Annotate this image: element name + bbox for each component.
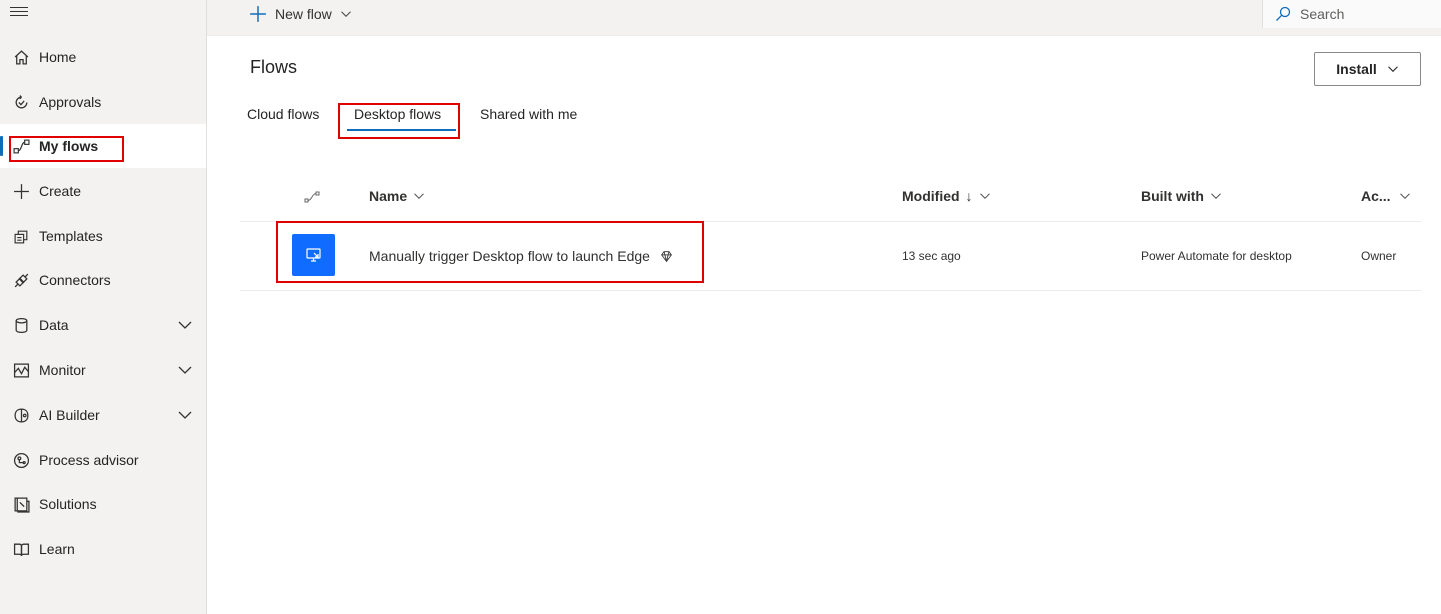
chevron-down-icon[interactable] xyxy=(177,317,193,333)
sidebar-item-label: Connectors xyxy=(39,272,111,288)
install-button[interactable]: Install xyxy=(1314,52,1421,86)
sort-descending-icon: ↓ xyxy=(965,188,973,204)
sidebar-item-label: Learn xyxy=(39,541,75,557)
sidebar-item-approvals[interactable]: Approvals xyxy=(0,80,206,124)
chevron-down-icon xyxy=(1399,193,1410,199)
flow-type-icon xyxy=(304,191,320,203)
chevron-down-icon xyxy=(1211,193,1221,199)
desktop-flow-icon xyxy=(292,234,335,276)
active-tab-indicator xyxy=(347,129,456,131)
column-header-label: Name xyxy=(369,188,408,204)
built-with-cell: Power Automate for desktop xyxy=(1141,249,1292,263)
flow-name-link[interactable]: Manually trigger Desktop flow to launch … xyxy=(369,248,673,264)
sidebar-item-label: Solutions xyxy=(39,496,97,512)
page-title: Flows xyxy=(250,57,298,77)
templates-icon xyxy=(11,226,31,246)
book-icon xyxy=(11,539,31,559)
sidebar-item-data[interactable]: Data xyxy=(0,303,206,347)
new-flow-label: New flow xyxy=(275,6,332,22)
column-header-label: Ac... xyxy=(1361,188,1391,204)
connectors-icon xyxy=(11,270,31,290)
solutions-icon xyxy=(11,494,31,514)
chevron-down-icon xyxy=(1387,66,1398,73)
monitor-icon xyxy=(11,360,31,380)
sidebar-item-label: Templates xyxy=(39,228,103,244)
sidebar-item-label: Home xyxy=(39,49,77,65)
plus-icon xyxy=(250,6,266,22)
search-placeholder: Search xyxy=(1300,6,1345,22)
sidebar-item-label: My flows xyxy=(39,138,99,154)
chevron-down-icon xyxy=(340,11,351,17)
chevron-down-icon xyxy=(414,193,425,199)
sidebar-item-create[interactable]: Create xyxy=(0,169,206,213)
chevron-down-icon xyxy=(979,193,990,199)
tab-cloud-flows[interactable]: Cloud flows xyxy=(247,106,319,122)
command-bar: New flow Search xyxy=(207,0,1441,36)
column-header-modified[interactable]: Modified ↓ xyxy=(902,188,991,204)
row-divider xyxy=(240,290,1421,291)
sidebar-item-label: AI Builder xyxy=(39,407,100,423)
sidebar: Home Approvals My flows Create Templates… xyxy=(0,0,207,614)
sidebar-item-my-flows[interactable]: My flows xyxy=(0,124,206,168)
column-header-name[interactable]: Name xyxy=(369,188,425,204)
column-header-label: Built with xyxy=(1141,188,1204,204)
header-divider xyxy=(240,221,1421,222)
column-header-built-with[interactable]: Built with xyxy=(1141,188,1222,204)
hamburger-menu-icon[interactable] xyxy=(10,4,28,18)
sidebar-item-ai-builder[interactable]: AI Builder xyxy=(0,393,206,437)
install-label: Install xyxy=(1336,61,1377,77)
premium-diamond-icon xyxy=(660,250,672,262)
sidebar-item-monitor[interactable]: Monitor xyxy=(0,348,206,392)
brain-icon xyxy=(11,405,31,425)
flow-icon xyxy=(11,136,31,156)
sidebar-item-label: Create xyxy=(39,183,82,199)
search-icon xyxy=(1276,6,1291,21)
sidebar-item-solutions[interactable]: Solutions xyxy=(0,482,206,526)
home-icon xyxy=(11,47,31,67)
search-input[interactable]: Search xyxy=(1262,0,1441,28)
approvals-icon xyxy=(11,92,31,112)
sidebar-item-label: Approvals xyxy=(39,94,102,110)
new-flow-button[interactable]: New flow xyxy=(249,3,352,25)
sidebar-item-templates[interactable]: Templates xyxy=(0,214,206,258)
chevron-down-icon[interactable] xyxy=(177,407,193,423)
access-cell: Owner xyxy=(1361,249,1397,263)
sidebar-item-home[interactable]: Home xyxy=(0,35,206,79)
database-icon xyxy=(11,315,31,335)
flow-name: Manually trigger Desktop flow to launch … xyxy=(369,248,650,264)
column-header-label: Modified xyxy=(902,188,960,204)
sidebar-item-label: Monitor xyxy=(39,362,86,378)
tab-shared-with-me[interactable]: Shared with me xyxy=(480,106,577,122)
chevron-down-icon[interactable] xyxy=(177,362,193,378)
sidebar-item-learn[interactable]: Learn xyxy=(0,527,206,571)
sidebar-item-label: Data xyxy=(39,317,69,333)
column-header-access[interactable]: Ac... xyxy=(1361,188,1411,204)
modified-cell: 13 sec ago xyxy=(902,249,961,263)
sidebar-item-label: Process advisor xyxy=(39,452,139,468)
process-icon xyxy=(11,450,31,470)
plus-icon xyxy=(11,181,31,201)
tab-desktop-flows[interactable]: Desktop flows xyxy=(354,106,441,122)
sidebar-item-process-advisor[interactable]: Process advisor xyxy=(0,438,206,482)
sidebar-item-connectors[interactable]: Connectors xyxy=(0,258,206,302)
